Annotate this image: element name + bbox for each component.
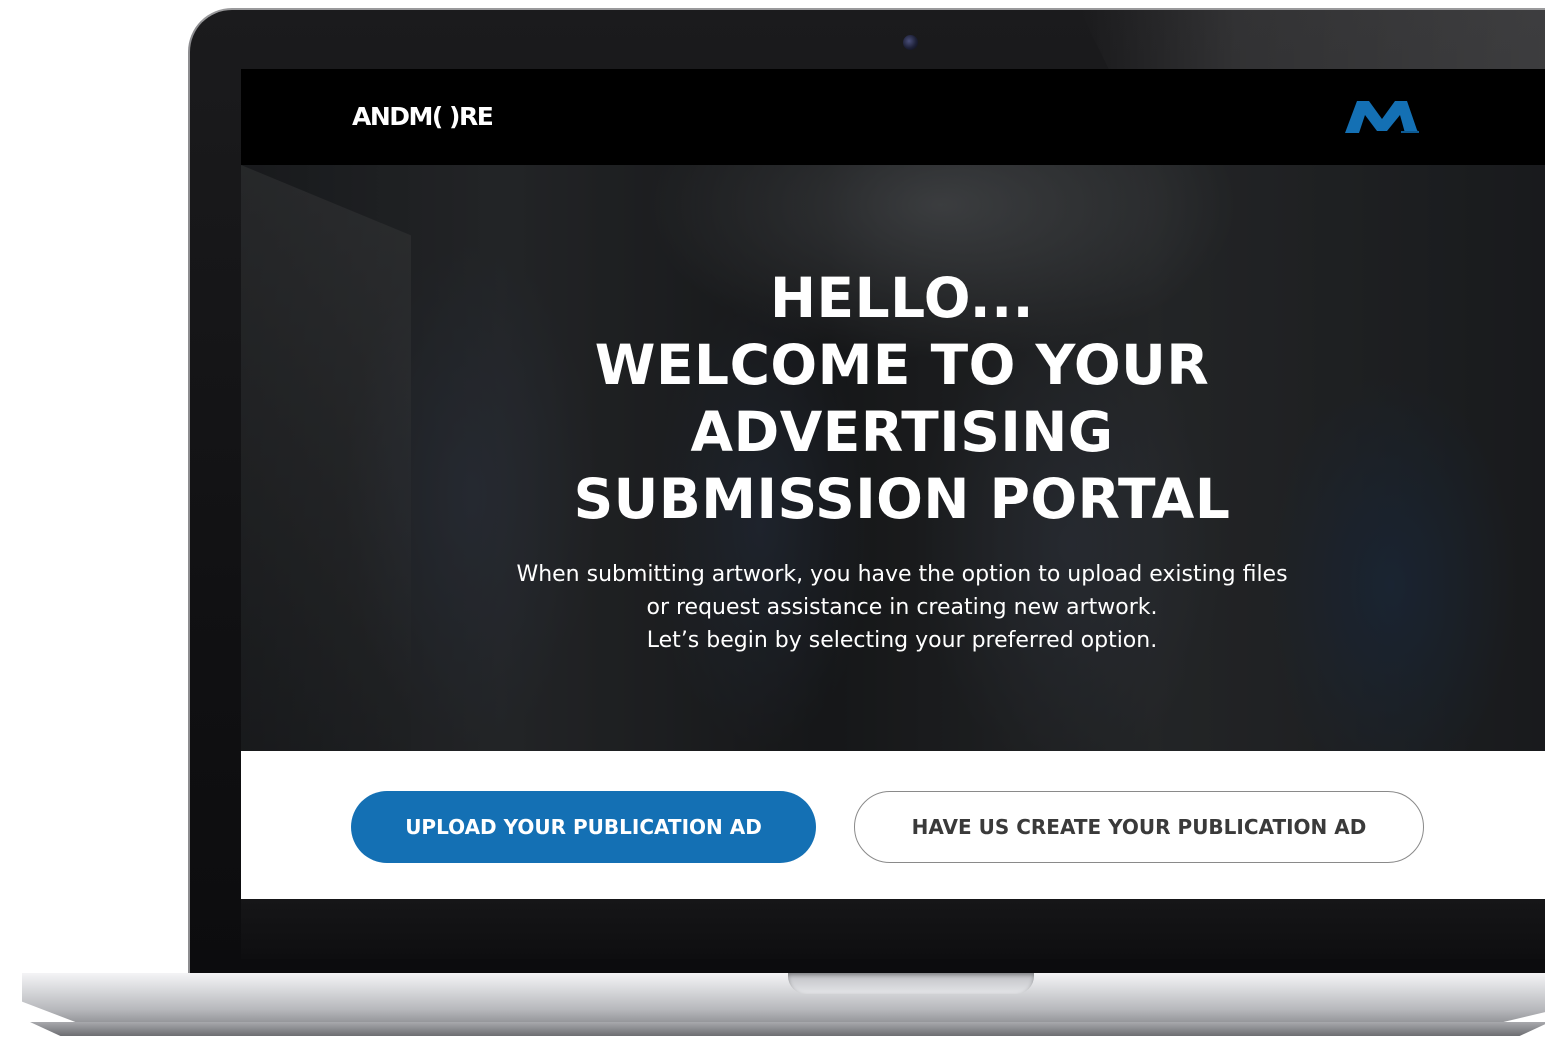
hero-subtitle: When submitting artwork, you have the op… bbox=[241, 558, 1545, 657]
laptop-mockup: ANDM( )RE HELLO... WELCOME TO YOUR ADVER… bbox=[0, 0, 1545, 1042]
create-ad-button-label: HAVE US CREATE YOUR PUBLICATION AD bbox=[911, 815, 1367, 839]
hero-subtitle-line: When submitting artwork, you have the op… bbox=[516, 562, 1288, 587]
hero-subtitle-line: or request assistance in creating new ar… bbox=[646, 595, 1158, 620]
action-bar: UPLOAD YOUR PUBLICATION AD HAVE US CREAT… bbox=[241, 751, 1545, 899]
screen-bottom-bezel bbox=[241, 899, 1545, 959]
hero-title-line: HELLO... bbox=[770, 266, 1034, 330]
hero-title-line: ADVERTISING bbox=[690, 400, 1114, 464]
hero-subtitle-line: Let’s begin by selecting your preferred … bbox=[646, 628, 1158, 653]
create-ad-button[interactable]: HAVE US CREATE YOUR PUBLICATION AD bbox=[854, 791, 1424, 863]
m-logo-icon[interactable] bbox=[1343, 97, 1421, 135]
laptop-base-edge bbox=[30, 1022, 1545, 1036]
hero-section: HELLO... WELCOME TO YOUR ADVERTISING SUB… bbox=[241, 165, 1545, 751]
lid-glare bbox=[1080, 10, 1545, 74]
upload-ad-button-label: UPLOAD YOUR PUBLICATION AD bbox=[405, 815, 762, 839]
top-navbar: ANDM( )RE bbox=[241, 69, 1545, 165]
hero-title: HELLO... WELCOME TO YOUR ADVERTISING SUB… bbox=[241, 265, 1545, 533]
hero-title-line: WELCOME TO YOUR bbox=[594, 333, 1210, 397]
brand-logo[interactable]: ANDM( )RE bbox=[352, 99, 494, 135]
hero-title-line: SUBMISSION PORTAL bbox=[573, 467, 1231, 531]
upload-ad-button[interactable]: UPLOAD YOUR PUBLICATION AD bbox=[351, 791, 816, 863]
laptop-opening-notch bbox=[788, 973, 1034, 994]
camera-icon bbox=[903, 35, 918, 50]
portal-screen: ANDM( )RE HELLO... WELCOME TO YOUR ADVER… bbox=[241, 69, 1545, 899]
laptop-base bbox=[22, 973, 1545, 1025]
